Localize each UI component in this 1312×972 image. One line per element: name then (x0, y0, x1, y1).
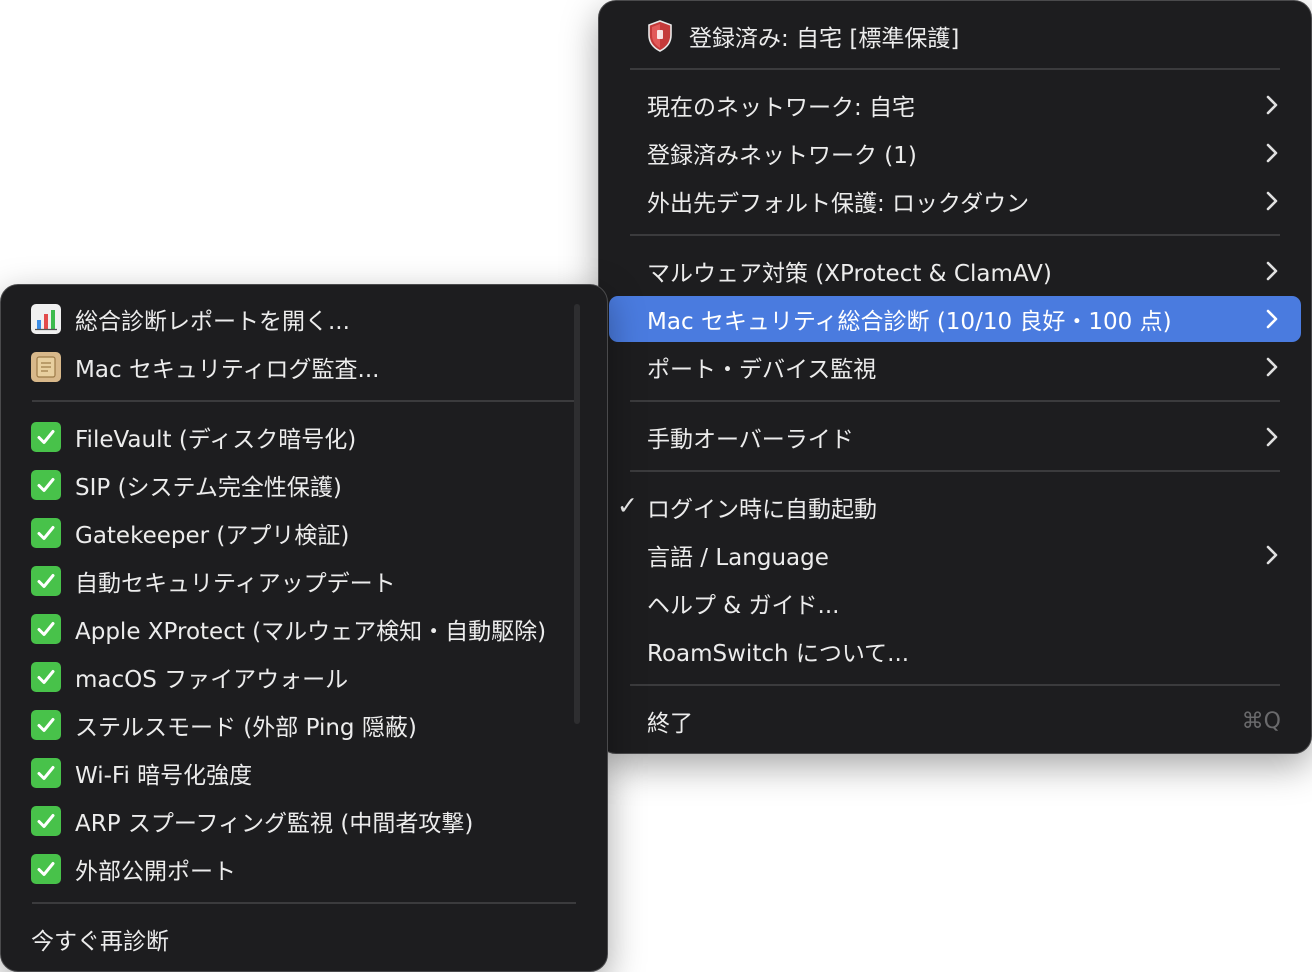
checkmark-icon (31, 614, 61, 644)
menu-header: 登録済み: 自宅 [標準保護] (647, 15, 959, 57)
scroll-icon (31, 352, 61, 382)
chevron-right-icon (1261, 544, 1283, 566)
checkmark-icon (31, 806, 61, 836)
menu-item-label: ヘルプ & ガイド... (647, 593, 840, 619)
check-item-label: Apple XProtect (マルウェア検知・自動駆除) (75, 619, 547, 645)
chevron-right-icon (1261, 356, 1283, 378)
menu-item-registered-networks[interactable]: 登録済みネットワーク (1) (609, 130, 1301, 176)
chevron-right-icon (1261, 190, 1283, 212)
menu-item-port-device-monitor[interactable]: ポート・デバイス監視 (609, 344, 1301, 390)
check-item-label: SIP (システム完全性保護) (75, 475, 342, 501)
checkmark-icon (31, 662, 61, 692)
rescan-now-button[interactable]: 今すぐ再診断 (31, 916, 577, 962)
checkmark-icon: ✓ (617, 491, 638, 520)
chevron-right-icon (1261, 426, 1283, 448)
bar-chart-icon (31, 304, 61, 334)
check-item-xprotect[interactable]: Apple XProtect (マルウェア検知・自動駆除) (31, 606, 577, 652)
chevron-right-icon (1261, 94, 1283, 116)
separator (630, 684, 1280, 686)
menu-item-security-log-audit[interactable]: Mac セキュリティログ監査... (31, 344, 577, 390)
menu-item-current-network[interactable]: 現在のネットワーク: 自宅 (609, 82, 1301, 128)
menu-item-label: RoamSwitch について... (647, 641, 910, 667)
menu-item-label: 登録済みネットワーク (1) (647, 143, 917, 169)
menu-item-label: ログイン時に自動起動 (647, 497, 877, 523)
network-status-label: 登録済み: 自宅 [標準保護] (689, 26, 960, 52)
menu-item-label: 外出先デフォルト保護: ロックダウン (647, 191, 1030, 217)
shield-icon (648, 20, 672, 52)
menu-item-label: Mac セキュリティログ監査... (75, 357, 380, 383)
check-item-filevault[interactable]: FileVault (ディスク暗号化) (31, 414, 577, 460)
menu-item-open-report[interactable]: 総合診断レポートを開く... (31, 296, 577, 342)
menu-item-label: 終了 (647, 711, 693, 737)
check-item-open-ports[interactable]: 外部公開ポート (31, 846, 577, 892)
chevron-right-icon (1261, 142, 1283, 164)
check-item-label: 自動セキュリティアップデート (75, 571, 396, 597)
separator (630, 470, 1280, 472)
menu-item-label: 言語 / Language (647, 545, 829, 571)
checkmark-icon (31, 518, 61, 548)
menu-item-label: 総合診断レポートを開く... (75, 309, 350, 335)
checkmark-icon (31, 758, 61, 788)
menu-item-language[interactable]: 言語 / Language (609, 532, 1301, 578)
submenu-scrollbar[interactable] (574, 304, 580, 724)
menu-item-label: マルウェア対策 (XProtect & ClamAV) (647, 261, 1052, 287)
menu-item-about[interactable]: RoamSwitch について... (609, 628, 1301, 674)
check-item-sip[interactable]: SIP (システム完全性保護) (31, 462, 577, 508)
menu-item-away-default-protection[interactable]: 外出先デフォルト保護: ロックダウン (609, 178, 1301, 224)
checkmark-icon (31, 710, 61, 740)
check-item-label: ステルスモード (外部 Ping 隠蔽) (75, 715, 417, 741)
checkmark-icon (31, 566, 61, 596)
separator (32, 400, 576, 402)
menu-item-label: ポート・デバイス監視 (647, 357, 877, 383)
menu-item-label: Mac セキュリティ総合診断 (10/10 良好・100 点) (647, 309, 1172, 335)
menu-item-security-diagnosis[interactable]: Mac セキュリティ総合診断 (10/10 良好・100 点) (609, 296, 1301, 342)
separator (630, 68, 1280, 70)
check-item-label: FileVault (ディスク暗号化) (75, 427, 357, 453)
checkmark-icon (31, 854, 61, 884)
check-item-stealth-mode[interactable]: ステルスモード (外部 Ping 隠蔽) (31, 702, 577, 748)
menu-item-malware-protection[interactable]: マルウェア対策 (XProtect & ClamAV) (609, 248, 1301, 294)
check-item-wifi-encryption[interactable]: Wi-Fi 暗号化強度 (31, 750, 577, 796)
chevron-right-icon (1261, 260, 1283, 282)
menu-item-launch-at-login[interactable]: ✓ ログイン時に自動起動 (609, 484, 1301, 530)
menu-item-quit[interactable]: 終了 ⌘Q (609, 698, 1301, 744)
main-menu: 登録済み: 自宅 [標準保護] 現在のネットワーク: 自宅 登録済みネットワーク… (598, 0, 1312, 754)
check-item-label: 外部公開ポート (75, 859, 236, 885)
menu-item-manual-override[interactable]: 手動オーバーライド (609, 414, 1301, 460)
check-item-arp-spoofing[interactable]: ARP スプーフィング監視 (中間者攻撃) (31, 798, 577, 844)
check-item-label: ARP スプーフィング監視 (中間者攻撃) (75, 811, 474, 837)
check-item-auto-security-update[interactable]: 自動セキュリティアップデート (31, 558, 577, 604)
check-item-label: Wi-Fi 暗号化強度 (75, 763, 253, 789)
security-diagnosis-submenu: 総合診断レポートを開く... Mac セキュリティログ監査... FileVau… (0, 284, 608, 972)
check-item-gatekeeper[interactable]: Gatekeeper (アプリ検証) (31, 510, 577, 556)
keyboard-shortcut: ⌘Q (1241, 708, 1281, 734)
check-item-label: macOS ファイアウォール (75, 667, 349, 693)
check-item-firewall[interactable]: macOS ファイアウォール (31, 654, 577, 700)
menu-item-label: 今すぐ再診断 (31, 929, 169, 955)
menu-item-label: 現在のネットワーク: 自宅 (647, 95, 916, 121)
separator (630, 234, 1280, 236)
check-item-label: Gatekeeper (アプリ検証) (75, 523, 350, 549)
menu-item-label: 手動オーバーライド (647, 427, 854, 453)
checkmark-icon (31, 422, 61, 452)
separator (32, 902, 576, 904)
chevron-right-icon (1261, 308, 1283, 330)
menu-item-help-guide[interactable]: ヘルプ & ガイド... (609, 580, 1301, 626)
checkmark-icon (31, 470, 61, 500)
separator (630, 400, 1280, 402)
